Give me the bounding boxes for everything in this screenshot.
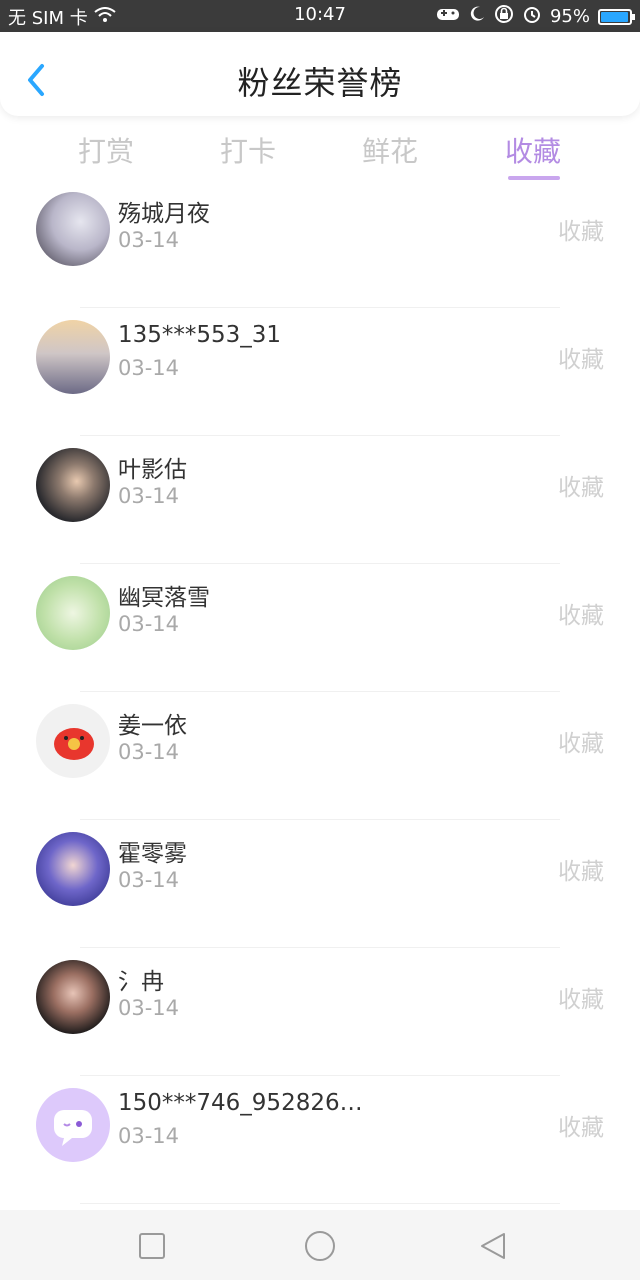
list-item[interactable]: 150***746_952826… 03-14 收藏 xyxy=(0,1076,640,1204)
fan-date: 03-14 xyxy=(118,484,180,508)
fan-date: 03-14 xyxy=(118,740,180,764)
lock-rotation-icon xyxy=(494,4,514,29)
page-title: 粉丝荣誉榜 xyxy=(237,64,403,102)
circle-icon[interactable] xyxy=(302,1230,338,1262)
avatar xyxy=(36,192,110,266)
fan-name: 霍零雾 xyxy=(118,841,187,867)
favorite-label: 收藏 xyxy=(558,859,604,885)
fan-date: 03-14 xyxy=(118,868,180,892)
header: 粉丝荣誉榜 xyxy=(0,32,640,116)
fan-name: 135***553_31 xyxy=(118,322,282,348)
alarm-icon xyxy=(522,4,542,29)
list-item[interactable]: 氵冉 03-14 收藏 xyxy=(0,948,640,1076)
fan-name: 叶影估 xyxy=(118,457,187,483)
fan-name: 殇城月夜 xyxy=(118,201,210,227)
battery-fill xyxy=(601,11,628,22)
fan-date: 03-14 xyxy=(118,996,180,1020)
fan-list: 殇城月夜 03-14 收藏 135***553_31 03-14 收藏 叶影估 … xyxy=(0,190,640,1210)
avatar xyxy=(36,576,110,650)
tab-bar: 打赏 打卡 鲜花 收藏 xyxy=(0,130,640,186)
fan-date: 03-14 xyxy=(118,228,180,252)
avatar xyxy=(36,1088,110,1162)
fan-name: 氵冉 xyxy=(118,969,164,995)
battery-icon xyxy=(598,8,635,25)
avatar xyxy=(36,448,110,522)
fan-date: 03-14 xyxy=(118,356,180,380)
tab-checkin[interactable]: 打卡 xyxy=(198,130,298,170)
avatar xyxy=(36,832,110,906)
chat-bubble-icon xyxy=(54,1110,92,1146)
favorite-label: 收藏 xyxy=(558,731,604,757)
tab-flowers[interactable]: 鲜花 xyxy=(340,130,440,170)
tab-label: 鲜花 xyxy=(361,135,418,168)
tab-label: 打卡 xyxy=(219,135,276,168)
list-item[interactable]: 叶影估 03-14 收藏 xyxy=(0,436,640,564)
list-item[interactable]: 殇城月夜 03-14 收藏 xyxy=(0,190,640,308)
avatar xyxy=(36,704,110,778)
fan-name: 幽冥落雪 xyxy=(118,585,210,611)
triangle-back-icon[interactable] xyxy=(476,1230,508,1262)
status-bar: 无 SIM 卡 10:47 95% xyxy=(0,0,640,32)
list-item[interactable]: 霍零雾 03-14 收藏 xyxy=(0,820,640,948)
system-nav-bar xyxy=(0,1210,640,1280)
pig-icon xyxy=(54,728,94,760)
tab-underline xyxy=(508,176,560,180)
tab-favorites[interactable]: 收藏 xyxy=(483,130,583,180)
moon-icon xyxy=(468,5,486,28)
list-item[interactable]: 135***553_31 03-14 收藏 xyxy=(0,308,640,436)
divider xyxy=(80,1203,560,1204)
tab-reward[interactable]: 打赏 xyxy=(56,130,156,170)
favorite-label: 收藏 xyxy=(558,219,604,245)
list-item[interactable]: 姜一依 03-14 收藏 xyxy=(0,692,640,820)
avatar xyxy=(36,320,110,394)
fan-date: 03-14 xyxy=(118,612,180,636)
square-icon[interactable] xyxy=(136,1230,168,1262)
gamepad-icon xyxy=(436,6,460,27)
tab-label: 打赏 xyxy=(77,135,134,168)
list-item[interactable]: 幽冥落雪 03-14 收藏 xyxy=(0,564,640,692)
favorite-label: 收藏 xyxy=(558,475,604,501)
favorite-label: 收藏 xyxy=(558,1115,604,1141)
favorite-label: 收藏 xyxy=(558,987,604,1013)
fan-date: 03-14 xyxy=(118,1124,180,1148)
favorite-label: 收藏 xyxy=(558,603,604,629)
favorite-label: 收藏 xyxy=(558,347,604,373)
battery-percent: 95% xyxy=(549,6,590,27)
status-right: 95% xyxy=(436,4,635,29)
tab-label: 收藏 xyxy=(504,135,561,168)
fan-name: 150***746_952826… xyxy=(118,1090,363,1116)
fan-name: 姜一依 xyxy=(118,713,187,739)
avatar xyxy=(36,960,110,1034)
